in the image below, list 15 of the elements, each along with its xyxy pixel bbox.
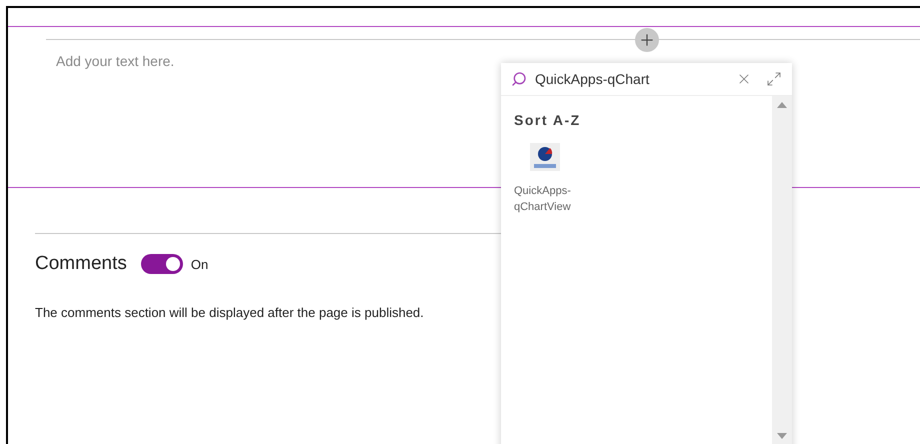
pie-chart-logo-icon bbox=[530, 143, 560, 171]
search-icon bbox=[511, 71, 527, 87]
search-field[interactable]: QuickApps-qChart bbox=[535, 68, 728, 90]
web-part-tile[interactable]: QuickApps- qChartView bbox=[514, 143, 584, 215]
comments-heading: Comments bbox=[35, 252, 127, 276]
section-title: Sort A-Z bbox=[514, 111, 582, 130]
scroll-up-icon[interactable] bbox=[777, 102, 787, 108]
comments-note: The comments section will be displayed after the page is published. bbox=[35, 304, 425, 322]
scroll-down-icon[interactable] bbox=[777, 433, 787, 439]
web-part-name: QuickApps- qChartView bbox=[514, 184, 571, 215]
comments-toggle[interactable] bbox=[140, 254, 183, 274]
add-section-button[interactable] bbox=[635, 28, 659, 52]
expand-icon[interactable] bbox=[766, 71, 782, 87]
toggle-label: On bbox=[190, 256, 208, 274]
text-input-field[interactable]: Add your text here. bbox=[56, 51, 456, 72]
